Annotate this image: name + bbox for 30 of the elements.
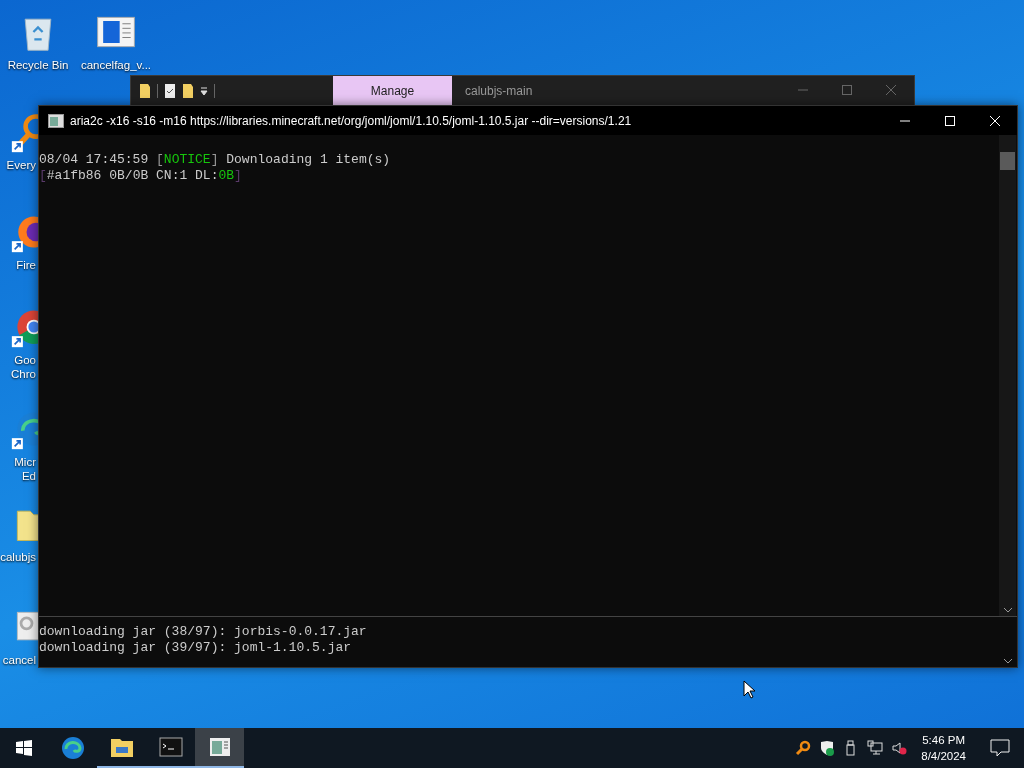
notification-icon[interactable] xyxy=(990,739,1010,757)
volume-muted-icon[interactable] xyxy=(891,740,908,756)
scrollbar[interactable] xyxy=(999,135,1016,616)
desktop-icon-label: Recycle Bin xyxy=(7,58,69,72)
desktop-icon-label: calubjs xyxy=(0,550,36,564)
console-window-icon xyxy=(48,113,64,128)
desktop-icon-label: Goo Chro xyxy=(10,353,36,381)
windows-logo-icon[interactable] xyxy=(16,740,32,756)
folder-icon[interactable] xyxy=(139,83,151,99)
console-output-line: downloading jar (39/97): joml-1.10.5.jar xyxy=(39,640,353,656)
desktop-icon-label: cancel xyxy=(1,653,36,667)
document-window-taskbar-icon[interactable] xyxy=(195,728,244,768)
mouse-pointer-icon xyxy=(743,680,755,699)
desktop-icon-label: cancelfag_v... xyxy=(80,58,152,72)
clock[interactable]: 5:46 PM 8/4/2024 xyxy=(921,732,966,764)
magnifier-icon[interactable] xyxy=(795,740,812,756)
folder-icon[interactable] xyxy=(182,83,194,99)
console-output-line: downloading jar (38/97): jorbis-0.0.17.jar xyxy=(39,624,368,640)
window-title: aria2c -x16 -s16 -m16 https://libraries.minecraft.net/org/joml/joml/1.10.5/joml-1.10.5.jar --dir=versions/1.21 xyxy=(70,113,632,128)
window-title: calubjs-main xyxy=(465,83,533,100)
checkbox-document-icon[interactable] xyxy=(164,83,176,99)
network-icon[interactable] xyxy=(867,740,884,756)
dropdown-icon[interactable] xyxy=(200,86,208,96)
desktop-icon-label: Micr Ed xyxy=(13,455,36,483)
console-output-line: [#a1fb86 0B/0B CN:1 DL:0B] xyxy=(39,168,243,184)
desktop-icon-label: Every xyxy=(5,158,36,172)
desktop-icon-label: Fire xyxy=(15,258,36,272)
shield-icon[interactable] xyxy=(819,740,836,756)
ribbon-tab[interactable]: Manage xyxy=(333,76,452,106)
console-output-line: 08/04 17:45:59 [NOTICE] Downloading 1 item(s) xyxy=(39,152,392,168)
